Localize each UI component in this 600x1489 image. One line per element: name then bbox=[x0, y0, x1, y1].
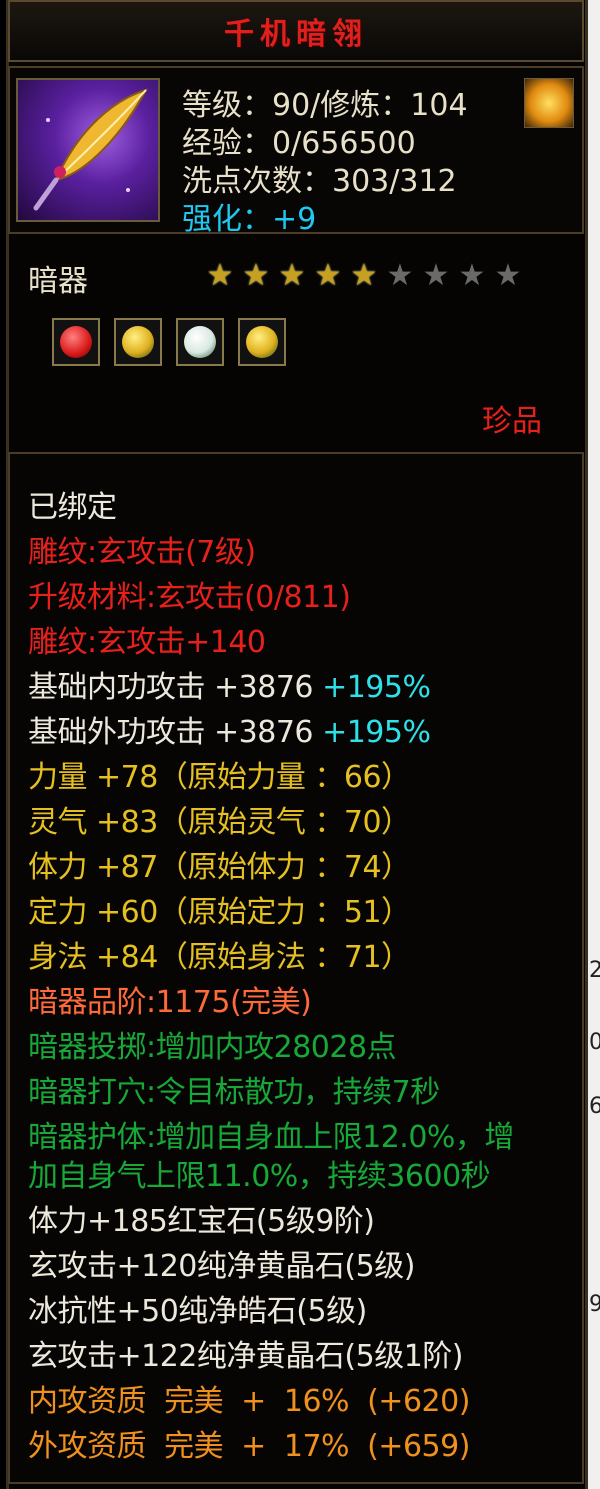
strip-char: 0 bbox=[589, 1030, 600, 1055]
gem-bonus-2: 玄攻击+120纯净黄晶石(5级) bbox=[28, 1249, 415, 1284]
star-empty-icon: ★ bbox=[494, 258, 522, 293]
outer-attack-percent: +195% bbox=[322, 715, 431, 750]
star-rating: ★ ★ ★ ★ ★ ★ ★ ★ ★ bbox=[202, 258, 526, 294]
gem-bonus-4: 玄攻击+122纯净黄晶石(5级1阶) bbox=[28, 1339, 463, 1374]
gem-bonus-3: 冰抗性+50纯净皓石(5级) bbox=[28, 1294, 367, 1329]
star-filled-icon: ★ bbox=[314, 258, 342, 293]
grade-line: 暗器品阶:1175(完美) bbox=[28, 985, 312, 1020]
title-bar: 千机暗翎 bbox=[8, 0, 584, 62]
gem-slot-2[interactable] bbox=[114, 318, 162, 366]
gem-bonus-1: 体力+185红宝石(5级9阶) bbox=[28, 1204, 375, 1239]
yellow-gem-icon bbox=[246, 326, 278, 358]
feather-weapon-icon bbox=[16, 78, 160, 222]
inner-attack-line: 基础内功攻击 +3876 +195% bbox=[28, 662, 431, 706]
focus-line: 定力 +60（原始定力 ：51） bbox=[28, 895, 411, 930]
star-filled-icon: ★ bbox=[206, 258, 234, 293]
outer-attack-value: 基础外功攻击 +3876 bbox=[28, 715, 314, 750]
strip-char: 6 bbox=[589, 1094, 600, 1119]
inner-attack-percent: +195% bbox=[322, 670, 431, 705]
guard-skill-line-2: 加自身气上限11.0%，持续3600秒 bbox=[28, 1159, 491, 1194]
inner-attack-value: 基础内功攻击 +3876 bbox=[28, 670, 314, 705]
star-filled-icon: ★ bbox=[278, 258, 306, 293]
gem-slot-1[interactable] bbox=[52, 318, 100, 366]
inner-quality-line: 内攻资质 完美 + 16% (+620) bbox=[28, 1384, 470, 1419]
item-type-label: 暗器 bbox=[28, 264, 88, 299]
star-empty-icon: ★ bbox=[422, 258, 450, 293]
throw-skill-line: 暗器投掷:增加内攻28028点 bbox=[28, 1030, 397, 1065]
acupoint-skill-line: 暗器打穴:令目标散功，持续7秒 bbox=[28, 1075, 440, 1110]
strip-char: 2 bbox=[589, 958, 600, 983]
star-filled-icon: ★ bbox=[350, 258, 378, 293]
stamina-line: 体力 +87（原始体力 ：74） bbox=[28, 850, 411, 885]
background-window-strip: 2 0 6 9 bbox=[588, 0, 600, 1489]
outer-quality-line: 外攻资质 完美 + 17% (+659) bbox=[28, 1429, 470, 1464]
guard-skill-line-1: 暗器护体:增加自身血上限12.0%，增 bbox=[28, 1120, 514, 1155]
outer-attack-line: 基础外功攻击 +3876 +195% bbox=[28, 707, 431, 751]
carving-line: 雕纹:玄攻击(7级) bbox=[28, 535, 256, 570]
bound-status: 已绑定 bbox=[28, 490, 117, 525]
carving-bonus-line: 雕纹:玄攻击+140 bbox=[28, 625, 266, 660]
yellow-gem-icon bbox=[122, 326, 154, 358]
spirit-line: 灵气 +83（原始灵气 ：70） bbox=[28, 805, 411, 840]
gem-slot-4[interactable] bbox=[238, 318, 286, 366]
phoenix-emblem-icon[interactable] bbox=[524, 78, 574, 128]
strength-line: 力量 +78（原始力量 ：66） bbox=[28, 760, 411, 795]
rarity-label: 珍品 bbox=[482, 404, 542, 439]
strip-char: 9 bbox=[589, 1292, 600, 1317]
enhance-text: 强化：+9 bbox=[182, 202, 317, 237]
upgrade-material-line: 升级材料:玄攻击(0/811) bbox=[28, 580, 351, 615]
red-gem-icon bbox=[60, 326, 92, 358]
star-filled-icon: ★ bbox=[242, 258, 270, 293]
gem-slot-3[interactable] bbox=[176, 318, 224, 366]
star-empty-icon: ★ bbox=[458, 258, 486, 293]
white-gem-icon bbox=[184, 326, 216, 358]
item-name: 千机暗翎 bbox=[224, 17, 368, 52]
agility-line: 身法 +84（原始身法 ：71） bbox=[28, 940, 411, 975]
star-empty-icon: ★ bbox=[386, 258, 414, 293]
